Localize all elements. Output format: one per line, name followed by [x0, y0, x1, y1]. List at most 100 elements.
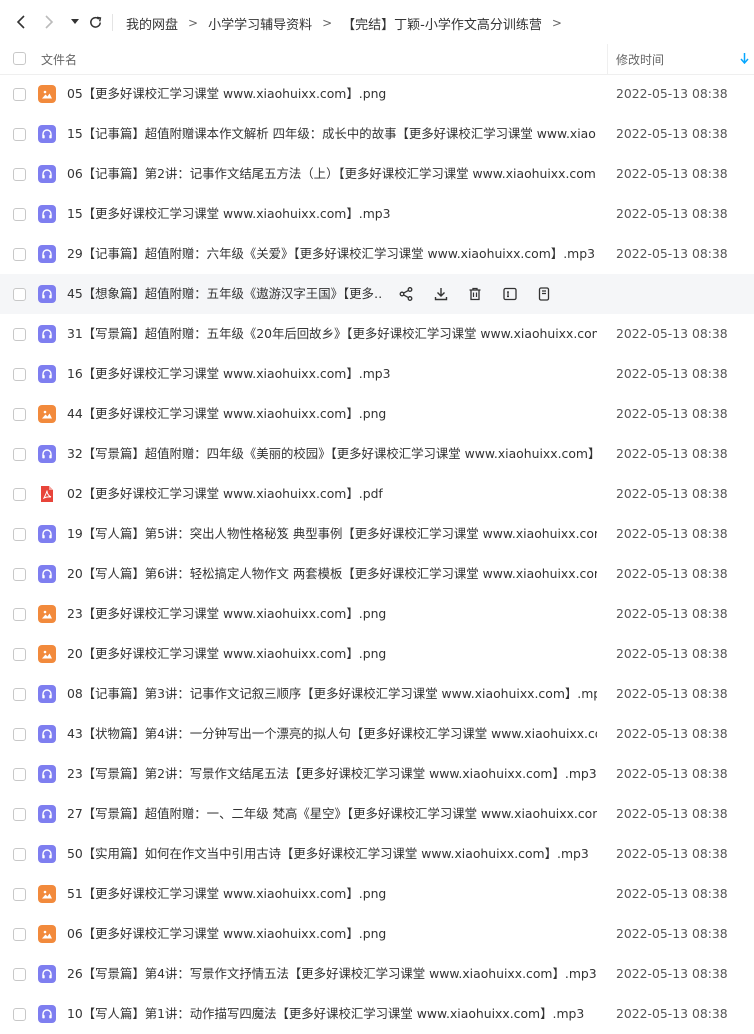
file-name[interactable]: 29【记事篇】超值附赠：六年级《关爱》【更多好课校汇学习课堂 www.xiaoh… — [67, 246, 597, 262]
file-list: 05【更多好课校汇学习课堂 www.xiaohuixx.com】.png 2022… — [0, 74, 754, 1034]
file-name[interactable]: 19【写人篇】第5讲：突出人物性格秘笈 典型事例【更多好课校汇学习课堂 www.… — [67, 526, 597, 542]
row-checkbox[interactable] — [13, 408, 26, 421]
file-modified-time: 2022-05-13 08:38 — [616, 806, 728, 821]
row-checkbox[interactable] — [13, 968, 26, 981]
row-checkbox[interactable] — [13, 528, 26, 541]
file-row[interactable]: 23【更多好课校汇学习课堂 www.xiaohuixx.com】.png 2022… — [0, 594, 754, 634]
file-row[interactable]: 27【写景篇】超值附赠：一、二年级 梵高《星空》【更多好课校汇学习课堂 www.… — [0, 794, 754, 834]
file-name[interactable]: 08【记事篇】第3讲：记事作文记叙三顺序【更多好课校汇学习课堂 www.xiao… — [67, 686, 597, 702]
more-icon[interactable] — [534, 285, 554, 303]
file-modified-time: 2022-05-13 08:38 — [616, 1006, 728, 1021]
file-name[interactable]: 23【写景篇】第2讲：写景作文结尾五法【更多好课校汇学习课堂 www.xiaoh… — [67, 766, 597, 782]
back-button[interactable] — [12, 13, 30, 31]
file-row[interactable]: 08【记事篇】第3讲：记事作文记叙三顺序【更多好课校汇学习课堂 www.xiao… — [0, 674, 754, 714]
file-name[interactable]: 06【更多好课校汇学习课堂 www.xiaohuixx.com】.png — [67, 926, 597, 942]
file-name[interactable]: 31【写景篇】超值附赠：五年级《20年后回故乡》【更多好课校汇学习课堂 www.… — [67, 326, 597, 342]
caret-down-icon — [71, 19, 79, 24]
file-row[interactable]: 15【记事篇】超值附赠课本作文解析 四年级：成长中的故事【更多好课校汇学习课堂 … — [0, 114, 754, 154]
row-checkbox[interactable] — [13, 448, 26, 461]
file-row[interactable]: 02【更多好课校汇学习课堂 www.xiaohuixx.com】.pdf 2022… — [0, 474, 754, 514]
download-icon[interactable] — [431, 285, 451, 303]
file-row[interactable]: 06【记事篇】第2讲：记事作文结尾五方法（上）【更多好课校汇学习课堂 www.x… — [0, 154, 754, 194]
file-name[interactable]: 45【想象篇】超值附赠：五年级《遨游汉字王国》【更多… — [67, 286, 381, 302]
file-name[interactable]: 10【写人篇】第1讲：动作描写四魔法【更多好课校汇学习课堂 www.xiaohu… — [67, 1006, 597, 1022]
sort-descending-icon[interactable] — [740, 53, 749, 64]
row-checkbox[interactable] — [13, 168, 26, 181]
row-checkbox[interactable] — [13, 768, 26, 781]
file-row[interactable]: 15【更多好课校汇学习课堂 www.xiaohuixx.com】.mp3 2022… — [0, 194, 754, 234]
row-checkbox[interactable] — [13, 888, 26, 901]
file-row[interactable]: 06【更多好课校汇学习课堂 www.xiaohuixx.com】.png 2022… — [0, 914, 754, 954]
file-row[interactable]: 44【更多好课校汇学习课堂 www.xiaohuixx.com】.png 2022… — [0, 394, 754, 434]
column-divider — [607, 44, 608, 74]
share-icon[interactable] — [396, 285, 416, 303]
column-header-name[interactable]: 文件名 — [41, 51, 77, 68]
column-header-modified[interactable]: 修改时间 — [616, 51, 664, 68]
file-row[interactable]: 29【记事篇】超值附赠：六年级《关爱》【更多好课校汇学习课堂 www.xiaoh… — [0, 234, 754, 274]
row-checkbox[interactable] — [13, 128, 26, 141]
history-dropdown-button[interactable] — [66, 13, 84, 31]
row-checkbox[interactable] — [13, 728, 26, 741]
row-checkbox[interactable] — [13, 688, 26, 701]
file-row[interactable]: 45【想象篇】超值附赠：五年级《遨游汉字王国》【更多… — [0, 274, 754, 314]
row-checkbox[interactable] — [13, 368, 26, 381]
row-checkbox[interactable] — [13, 928, 26, 941]
file-name[interactable]: 23【更多好课校汇学习课堂 www.xiaohuixx.com】.png — [67, 606, 597, 622]
file-row[interactable]: 31【写景篇】超值附赠：五年级《20年后回故乡》【更多好课校汇学习课堂 www.… — [0, 314, 754, 354]
row-checkbox[interactable] — [13, 328, 26, 341]
file-name[interactable]: 20【写人篇】第6讲：轻松搞定人物作文 两套模板【更多好课校汇学习课堂 www.… — [67, 566, 597, 582]
file-modified-time: 2022-05-13 08:38 — [616, 966, 728, 981]
file-row[interactable]: 23【写景篇】第2讲：写景作文结尾五法【更多好课校汇学习课堂 www.xiaoh… — [0, 754, 754, 794]
rename-icon[interactable] — [500, 285, 520, 303]
file-name[interactable]: 51【更多好课校汇学习课堂 www.xiaohuixx.com】.png — [67, 886, 597, 902]
file-name[interactable]: 05【更多好课校汇学习课堂 www.xiaohuixx.com】.png — [67, 86, 597, 102]
file-name[interactable]: 50【实用篇】如何在作文当中引用古诗【更多好课校汇学习课堂 www.xiaohu… — [67, 846, 597, 862]
file-name[interactable]: 15【更多好课校汇学习课堂 www.xiaohuixx.com】.mp3 — [67, 206, 597, 222]
row-checkbox[interactable] — [13, 1008, 26, 1021]
file-modified-time: 2022-05-13 08:38 — [616, 566, 728, 581]
file-name[interactable]: 32【写景篇】超值附赠：四年级《美丽的校园》【更多好课校汇学习课堂 www.xi… — [67, 446, 597, 462]
file-row[interactable]: 20【更多好课校汇学习课堂 www.xiaohuixx.com】.png 2022… — [0, 634, 754, 674]
file-name[interactable]: 02【更多好课校汇学习课堂 www.xiaohuixx.com】.pdf — [67, 486, 597, 502]
file-row[interactable]: 10【写人篇】第1讲：动作描写四魔法【更多好课校汇学习课堂 www.xiaohu… — [0, 994, 754, 1034]
row-checkbox[interactable] — [13, 648, 26, 661]
row-checkbox[interactable] — [13, 848, 26, 861]
row-checkbox[interactable] — [13, 488, 26, 501]
file-row[interactable]: 51【更多好课校汇学习课堂 www.xiaohuixx.com】.png 2022… — [0, 874, 754, 914]
toolbar-divider — [112, 14, 113, 31]
forward-button[interactable] — [40, 13, 58, 31]
delete-icon[interactable] — [465, 285, 485, 303]
audio-file-icon — [38, 965, 56, 983]
select-all-checkbox[interactable] — [13, 52, 26, 65]
row-checkbox[interactable] — [13, 568, 26, 581]
file-name[interactable]: 44【更多好课校汇学习课堂 www.xiaohuixx.com】.png — [67, 406, 597, 422]
file-row[interactable]: 50【实用篇】如何在作文当中引用古诗【更多好课校汇学习课堂 www.xiaohu… — [0, 834, 754, 874]
file-row[interactable]: 20【写人篇】第6讲：轻松搞定人物作文 两套模板【更多好课校汇学习课堂 www.… — [0, 554, 754, 594]
audio-file-icon — [38, 725, 56, 743]
file-row[interactable]: 19【写人篇】第5讲：突出人物性格秘笈 典型事例【更多好课校汇学习课堂 www.… — [0, 514, 754, 554]
row-checkbox[interactable] — [13, 88, 26, 101]
row-checkbox[interactable] — [13, 208, 26, 221]
file-name[interactable]: 27【写景篇】超值附赠：一、二年级 梵高《星空》【更多好课校汇学习课堂 www.… — [67, 806, 597, 822]
breadcrumb-item[interactable]: 小学学习辅导资料 — [208, 14, 312, 33]
row-checkbox[interactable] — [13, 608, 26, 621]
breadcrumb-separator: > — [551, 16, 562, 30]
file-name[interactable]: 26【写景篇】第4讲：写景作文抒情五法【更多好课校汇学习课堂 www.xiaoh… — [67, 966, 597, 982]
file-name[interactable]: 43【状物篇】第4讲：一分钟写出一个漂亮的拟人句【更多好课校汇学习课堂 www.… — [67, 726, 597, 742]
breadcrumb-item[interactable]: 我的网盘 — [126, 14, 178, 33]
file-row[interactable]: 16【更多好课校汇学习课堂 www.xiaohuixx.com】.mp3 2022… — [0, 354, 754, 394]
audio-file-icon — [38, 1005, 56, 1023]
file-name[interactable]: 16【更多好课校汇学习课堂 www.xiaohuixx.com】.mp3 — [67, 366, 597, 382]
file-name[interactable]: 06【记事篇】第2讲：记事作文结尾五方法（上）【更多好课校汇学习课堂 www.x… — [67, 166, 597, 182]
file-row[interactable]: 05【更多好课校汇学习课堂 www.xiaohuixx.com】.png 2022… — [0, 74, 754, 114]
file-row[interactable]: 43【状物篇】第4讲：一分钟写出一个漂亮的拟人句【更多好课校汇学习课堂 www.… — [0, 714, 754, 754]
row-checkbox[interactable] — [13, 248, 26, 261]
file-name[interactable]: 20【更多好课校汇学习课堂 www.xiaohuixx.com】.png — [67, 646, 597, 662]
file-row[interactable]: 32【写景篇】超值附赠：四年级《美丽的校园》【更多好课校汇学习课堂 www.xi… — [0, 434, 754, 474]
breadcrumb-item-current[interactable]: 【完结】丁颖-小学作文高分训练营 — [342, 14, 542, 33]
row-checkbox[interactable] — [13, 288, 26, 301]
file-row[interactable]: 26【写景篇】第4讲：写景作文抒情五法【更多好课校汇学习课堂 www.xiaoh… — [0, 954, 754, 994]
file-name[interactable]: 15【记事篇】超值附赠课本作文解析 四年级：成长中的故事【更多好课校汇学习课堂 … — [67, 126, 597, 142]
row-checkbox[interactable] — [13, 808, 26, 821]
refresh-button[interactable] — [86, 13, 104, 31]
